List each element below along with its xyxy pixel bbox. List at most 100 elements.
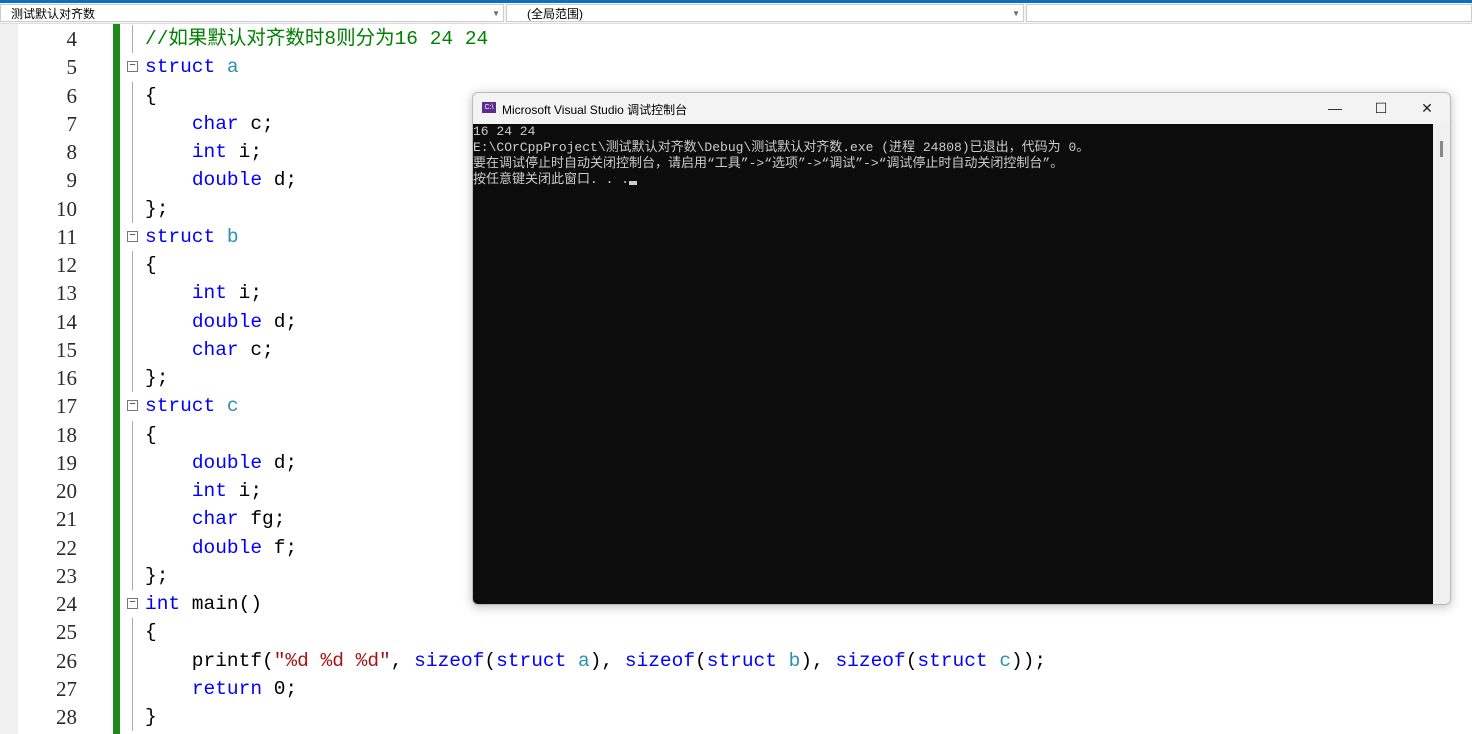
outline-guide bbox=[132, 505, 133, 534]
line-number: 7 bbox=[66, 111, 78, 136]
outline-guide bbox=[132, 364, 133, 393]
outline-guide bbox=[132, 420, 133, 449]
collapse-icon[interactable]: − bbox=[127, 400, 138, 412]
outline-guide bbox=[132, 251, 133, 280]
outline-guide bbox=[132, 109, 133, 138]
code-token: i; bbox=[226, 141, 263, 163]
code-token: 0; bbox=[262, 677, 298, 700]
code-token: ), bbox=[589, 649, 625, 672]
code-token: ( bbox=[484, 649, 497, 672]
code-token: d; bbox=[262, 451, 298, 474]
code-token: , bbox=[390, 649, 415, 672]
outline-guide bbox=[132, 703, 133, 732]
line-number: 18 bbox=[56, 422, 77, 447]
chevron-down-icon: ▼ bbox=[492, 9, 500, 18]
console-line: E:\COrCppProject\测试默认对齐数\Debug\测试默认对齐数.e… bbox=[473, 140, 1090, 155]
code-token: d; bbox=[262, 310, 298, 333]
code-text: double d; bbox=[145, 166, 297, 194]
line-number: 27 bbox=[56, 676, 77, 701]
code-text: }; bbox=[145, 562, 168, 590]
code-text: return 0; bbox=[145, 675, 297, 703]
code-token: main() bbox=[180, 593, 263, 615]
code-token: ( bbox=[905, 649, 918, 672]
line-number: 15 bbox=[56, 337, 77, 362]
code-token: "%d %d %d" bbox=[273, 649, 391, 672]
code-token: { bbox=[145, 423, 157, 446]
console-scrollbar[interactable] bbox=[1433, 124, 1450, 604]
line-number: 8 bbox=[66, 140, 78, 164]
minimize-button[interactable]: — bbox=[1312, 97, 1358, 119]
code-token: ), bbox=[800, 649, 836, 672]
code-token: struct bbox=[917, 649, 1000, 672]
line-number: 9 bbox=[66, 168, 78, 193]
code-token: int bbox=[191, 480, 227, 502]
code-text: { bbox=[145, 618, 157, 646]
code-token: b bbox=[226, 225, 239, 248]
member-dropdown[interactable] bbox=[1026, 4, 1472, 22]
line-number: 6 bbox=[66, 83, 78, 108]
scrollbar-thumb[interactable] bbox=[1440, 141, 1443, 157]
outline-guide bbox=[132, 279, 133, 308]
code-text: int i; bbox=[145, 279, 262, 307]
code-token: int bbox=[191, 282, 227, 305]
outline-guide bbox=[132, 477, 133, 506]
window-title-bar[interactable]: C:\ Microsoft Visual Studio 调试控制台 — ☐ ✕ bbox=[473, 93, 1450, 124]
line-number: 12 bbox=[56, 253, 77, 277]
collapse-icon[interactable]: − bbox=[127, 61, 138, 73]
code-token: return bbox=[191, 677, 263, 700]
outline-guide bbox=[132, 674, 133, 703]
code-token: ( bbox=[695, 649, 707, 672]
code-token: double bbox=[191, 169, 263, 192]
indicator-margin bbox=[0, 24, 18, 734]
code-text: { bbox=[145, 251, 157, 279]
code-token: f; bbox=[262, 536, 298, 559]
code-text: int main() bbox=[145, 590, 262, 618]
collapse-icon[interactable]: − bbox=[127, 598, 138, 609]
code-text: int i; bbox=[145, 477, 262, 505]
code-token: struct bbox=[145, 395, 227, 418]
collapse-icon[interactable]: − bbox=[127, 230, 138, 242]
close-button[interactable]: ✕ bbox=[1404, 97, 1450, 119]
line-number: 13 bbox=[56, 281, 77, 306]
maximize-button[interactable]: ☐ bbox=[1358, 97, 1404, 119]
code-token: double bbox=[191, 310, 263, 333]
code-token: c bbox=[226, 395, 239, 418]
code-token: printf( bbox=[145, 649, 274, 672]
line-number: 10 bbox=[56, 196, 77, 221]
code-text: int i; bbox=[145, 138, 262, 166]
code-token: }; bbox=[145, 197, 169, 220]
scope-dropdown[interactable]: (全局范围) ▼ bbox=[506, 4, 1024, 22]
code-text: { bbox=[145, 421, 157, 449]
line-number: 26 bbox=[56, 648, 77, 673]
code-token: //如果默认对齐数时8则分为16 24 24 bbox=[145, 28, 489, 50]
code-text: struct a bbox=[145, 53, 239, 81]
line-number: 28 bbox=[56, 705, 77, 729]
outline-guide bbox=[132, 81, 133, 110]
code-token: i; bbox=[226, 282, 263, 305]
code-text: }; bbox=[145, 364, 168, 392]
debug-console-window[interactable]: C:\ Microsoft Visual Studio 调试控制台 — ☐ ✕ … bbox=[472, 92, 1451, 605]
code-token: char bbox=[191, 508, 239, 531]
outline-guide bbox=[132, 533, 133, 562]
code-token: char bbox=[191, 338, 239, 361]
window-title: Microsoft Visual Studio 调试控制台 bbox=[502, 103, 688, 117]
code-text: } bbox=[145, 703, 157, 731]
code-token: )); bbox=[1011, 649, 1047, 672]
line-number: 25 bbox=[56, 620, 77, 645]
console-line: 按任意键关闭此窗口. . . bbox=[473, 172, 1433, 188]
project-name: 测试默认对齐数 bbox=[11, 7, 96, 21]
chevron-down-icon: ▼ bbox=[1012, 9, 1020, 18]
code-token: d; bbox=[262, 169, 298, 192]
console-line-text: 按任意键关闭此窗口. . . bbox=[473, 172, 630, 187]
code-text: { bbox=[145, 82, 157, 110]
code-text: char fg; bbox=[145, 505, 286, 533]
code-token: fg; bbox=[238, 508, 286, 531]
outline-guide bbox=[132, 25, 133, 54]
outline-guide bbox=[132, 194, 133, 223]
project-dropdown[interactable]: 测试默认对齐数 ▼ bbox=[0, 4, 504, 22]
code-token: i; bbox=[226, 480, 263, 502]
